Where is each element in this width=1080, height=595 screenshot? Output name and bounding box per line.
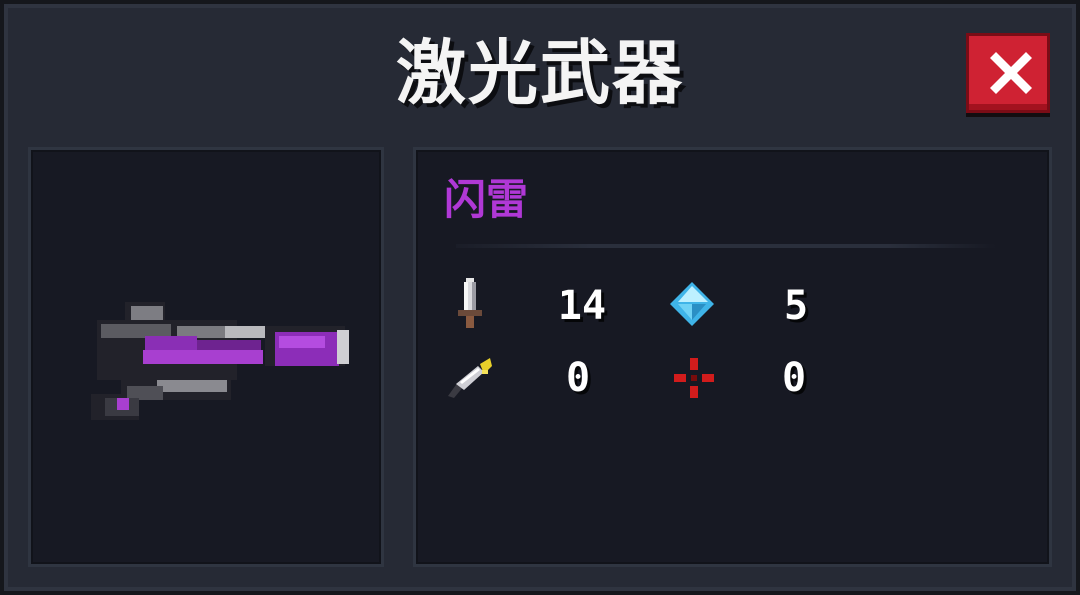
sword-icon [458,278,482,328]
close-icon [990,52,1032,94]
energy-cost-value: 5 [783,283,809,329]
crit-chance-value: 0 [565,355,591,401]
divider [456,244,996,248]
dialog-title: 激光武器 [396,32,684,114]
damage-value: 14 [557,283,607,329]
weapon-stats-panel: 闪雷 14 5 0 0 [413,147,1052,567]
feather-dagger-icon [448,358,492,398]
laser-gun-icon [91,302,349,420]
weapon-name: 闪雷 [444,175,529,224]
close-button[interactable] [966,33,1050,113]
weapon-preview-panel [28,147,384,567]
blue-crystal-icon [670,282,714,326]
accuracy-spread-value: 0 [781,355,807,401]
red-crosshair-icon [674,358,714,398]
